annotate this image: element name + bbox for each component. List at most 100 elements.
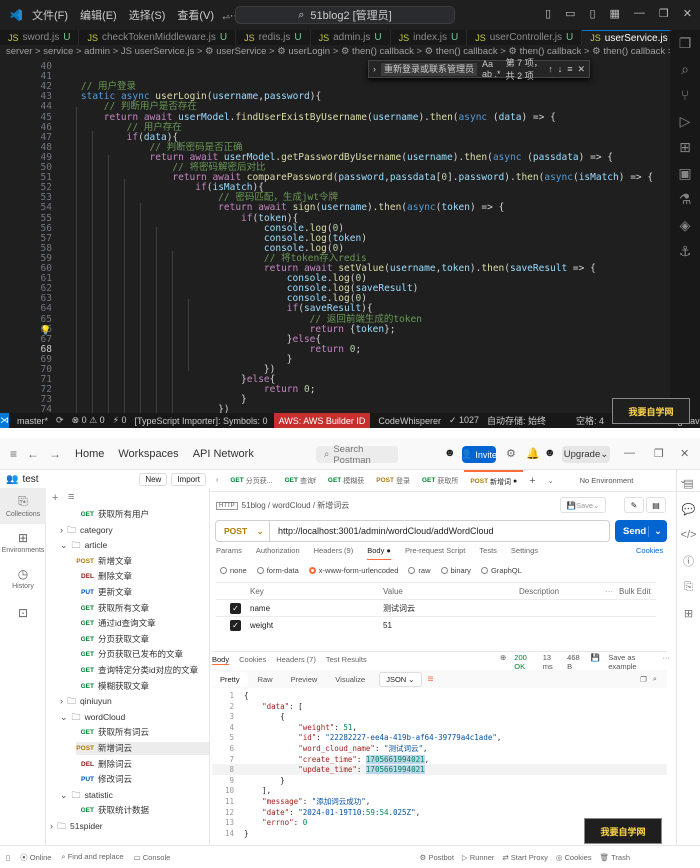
sidebar-item-environments[interactable]: ⊞ Environments: [0, 524, 46, 560]
response-tab-body[interactable]: Body: [212, 655, 230, 665]
sidebar-toggle-icon[interactable]: ▯: [6, 853, 10, 862]
user-avatar-icon[interactable]: ☻: [444, 447, 456, 459]
home-link[interactable]: Home: [75, 448, 104, 460]
radio-button[interactable]: [308, 567, 316, 574]
radio-button[interactable]: [256, 567, 264, 574]
request-item[interactable]: GET 获取所有用户: [76, 508, 149, 521]
body-type-raw[interactable]: raw: [408, 566, 431, 575]
lightbulb-icon[interactable]: 💡: [40, 325, 51, 336]
close-icon[interactable]: ✕: [577, 64, 585, 75]
find-replace-button[interactable]: ⌕ Find and replace: [61, 852, 123, 862]
sidebar-item-collections[interactable]: ⎘ Collections: [0, 488, 46, 524]
close-icon[interactable]: ✕: [680, 447, 689, 460]
code-icon[interactable]: </>: [677, 522, 700, 548]
request-item[interactable]: GET 获取所有词云: [76, 726, 149, 739]
proxy-button[interactable]: ⇄ Start Proxy: [502, 853, 547, 862]
view-visualize[interactable]: Visualize: [327, 672, 373, 687]
indent-status[interactable]: 空格: 4: [576, 414, 604, 427]
environment-select[interactable]: No Environment: [580, 476, 680, 485]
request-item[interactable]: GET 分页获取已发布的文章: [76, 648, 183, 661]
workspaces-menu[interactable]: Workspaces: [118, 448, 178, 460]
api-network-menu[interactable]: API Network: [193, 448, 254, 460]
body-type-none[interactable]: none: [220, 566, 247, 575]
cookies-link[interactable]: Cookies: [636, 546, 663, 555]
editor-tab[interactable]: JS redis.js U: [236, 30, 311, 45]
arrow-up-icon[interactable]: ↑: [548, 64, 553, 74]
editor-tab[interactable]: JS admin.js U: [311, 30, 391, 45]
request-tab[interactable]: GET 模糊获: [322, 470, 370, 491]
search-postman-input[interactable]: ⌕ Search Postman: [316, 444, 398, 466]
tab-authorization[interactable]: Authorization: [256, 546, 300, 560]
editor-tab[interactable]: JS sword.js U: [0, 30, 80, 45]
search-icon[interactable]: ⌕: [653, 674, 657, 684]
trash-button[interactable]: 🗑 Trash: [600, 853, 630, 862]
more-icon[interactable]: ···: [662, 653, 670, 671]
profile-avatar-icon[interactable]: ☻: [544, 447, 556, 459]
editor-tab[interactable]: JS checkTokenMiddleware.js U: [79, 30, 237, 45]
comments-icon[interactable]: 💬: [677, 496, 700, 522]
request-item[interactable]: GET 分页获取文章: [76, 633, 149, 646]
param-key[interactable]: weight: [241, 621, 379, 630]
folder-item[interactable]: › 🗀 category: [60, 524, 113, 537]
chevron-down-icon[interactable]: ⌄: [60, 711, 68, 724]
request-breadcrumb[interactable]: 51blog / wordCloud / 新增词云: [242, 500, 350, 511]
notification-bell-icon[interactable]: 🔔: [526, 447, 540, 460]
problems-count[interactable]: ⊗ 0 ⚠ 0: [72, 415, 105, 426]
chevron-down-icon[interactable]: ⌄: [60, 789, 68, 802]
request-tab[interactable]: GET 获取所: [416, 470, 464, 491]
extensions-icon[interactable]: ⊞: [670, 134, 700, 160]
send-button[interactable]: Send ⌄: [615, 520, 667, 542]
request-item[interactable]: GET 查询特定分类id对应的文章: [76, 664, 199, 677]
customize-layout-icon[interactable]: ▦: [610, 7, 620, 20]
ports-count[interactable]: ⚡ 0: [113, 415, 127, 426]
aws-icon[interactable]: ◈: [670, 212, 700, 238]
radio-button[interactable]: [408, 567, 416, 574]
command-center-search[interactable]: ⌕ 51blog2 [管理员]: [235, 6, 455, 24]
code-editor[interactable]: 40 41 42 // 用户登录 43 static async userLogin(…: [0, 59, 670, 415]
request-item[interactable]: DEL 删除词云: [76, 758, 132, 771]
codewhisperer[interactable]: CodeWhisperer: [378, 416, 441, 426]
method-select[interactable]: POST ⌄: [216, 521, 270, 541]
request-item[interactable]: POST 新增词云: [76, 742, 209, 755]
tab-body[interactable]: Body ●: [367, 546, 391, 560]
layout-panel-icon[interactable]: ▭: [565, 7, 575, 20]
param-value[interactable]: 51: [379, 621, 515, 630]
run-debug-icon[interactable]: ▷: [670, 108, 700, 134]
request-tab[interactable]: POST 登录: [370, 470, 416, 491]
menu-item[interactable]: 编辑(E): [80, 10, 117, 22]
online-status[interactable]: ⦿ Online: [20, 852, 51, 863]
radio-button[interactable]: [220, 567, 227, 574]
minimize-icon[interactable]: —: [634, 7, 645, 20]
radio-button[interactable]: [440, 567, 448, 574]
response-tab-headers[interactable]: Headers (7): [276, 655, 316, 664]
param-value[interactable]: 测试词云: [379, 603, 515, 614]
find-options[interactable]: Aa ab .*: [482, 59, 501, 79]
response-tab-cookies[interactable]: Cookies: [239, 655, 266, 664]
remote-explorer-icon[interactable]: ▣: [670, 160, 700, 186]
folder-item[interactable]: ⌄ 🗀 statistic: [60, 789, 113, 802]
save-button[interactable]: 💾 Save ⌄: [560, 497, 606, 513]
request-item[interactable]: DEL 删除文章: [76, 570, 132, 583]
breadcrumb[interactable]: server > service > admin > JS userServic…: [0, 45, 670, 59]
tab-tests[interactable]: Tests: [479, 546, 497, 560]
sidebar-item-flows[interactable]: ⊡: [0, 596, 46, 632]
upgrade-button[interactable]: Upgrade ⌄: [562, 446, 610, 463]
layout-secondary-icon[interactable]: ▯: [589, 7, 595, 20]
cookies-button[interactable]: ◎ Cookies: [556, 853, 592, 862]
request-item[interactable]: PUT 更新文章: [76, 586, 132, 599]
tab-nav-left-icon[interactable]: ‹: [210, 470, 224, 491]
bulk-edit-link[interactable]: Bulk Edit: [619, 587, 651, 596]
chevron-right-icon[interactable]: ›: [50, 820, 53, 833]
param-key[interactable]: name: [241, 604, 379, 613]
layout-sidebar-icon[interactable]: ▯: [545, 7, 551, 20]
back-arrow-icon[interactable]: ←: [27, 447, 39, 461]
request-item[interactable]: POST 新增文章: [76, 555, 132, 568]
eslint-status[interactable]: ✓ 1027: [449, 415, 479, 426]
view-pretty[interactable]: Pretty: [212, 671, 248, 687]
save-response-icon[interactable]: 💾: [591, 653, 600, 671]
radio-button[interactable]: [480, 567, 488, 574]
body-type-binary[interactable]: binary: [440, 566, 471, 575]
menu-item[interactable]: 选择(S): [129, 10, 166, 22]
remote-icon[interactable]: ⋊: [0, 413, 9, 428]
request-item[interactable]: GET 模糊获取文章: [76, 680, 149, 693]
